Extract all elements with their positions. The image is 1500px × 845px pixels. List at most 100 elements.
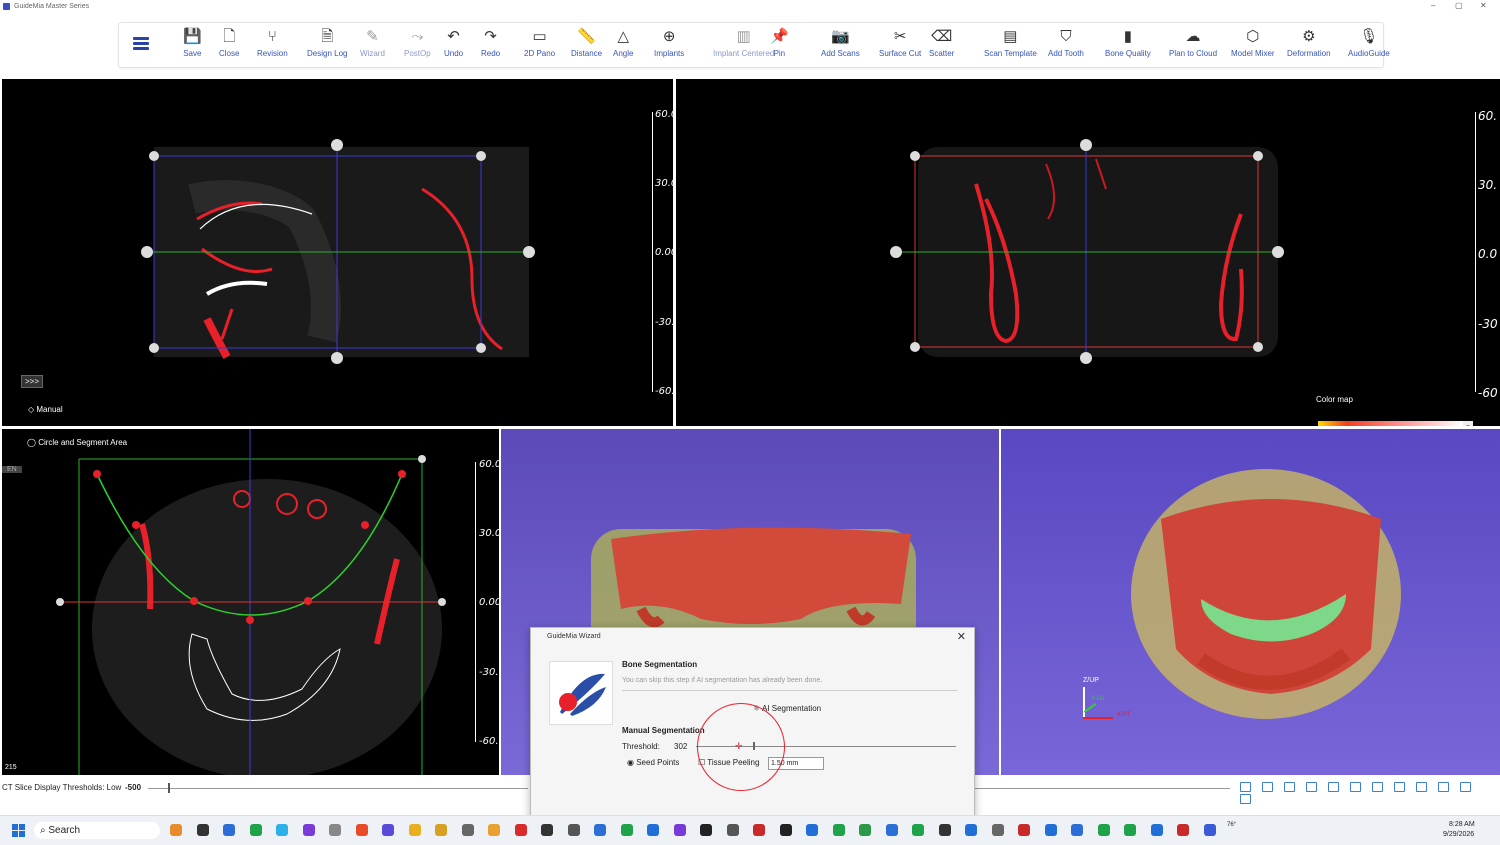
taskbar-app-icon[interactable] bbox=[1203, 824, 1216, 836]
taskbar-app-icon[interactable] bbox=[673, 824, 686, 836]
taskbar-app-icon[interactable] bbox=[700, 824, 712, 836]
sagittal-view[interactable]: 60.0 30.0 0.00 -30.0 -60.0 >>> ◇ Manual bbox=[2, 79, 673, 426]
toolbar-button-add-tooth[interactable]: ⛉ Add Tooth bbox=[1048, 27, 1084, 58]
taskbar-app-icon[interactable] bbox=[753, 824, 765, 836]
toolbar-button-revision[interactable]: ⑂ Revision bbox=[257, 27, 288, 58]
toolbar-button-distance[interactable]: 📏 Distance bbox=[571, 27, 602, 58]
taskbar-app-icon[interactable] bbox=[223, 824, 235, 836]
taskbar-app-icon[interactable] bbox=[779, 824, 792, 836]
toolbar-button-wizard[interactable]: ✎ Wizard bbox=[360, 27, 385, 58]
taskbar-app-icon[interactable] bbox=[276, 824, 288, 836]
taskbar-app-icon[interactable] bbox=[885, 824, 898, 836]
taskbar-app-icon[interactable] bbox=[912, 824, 924, 836]
toolbar-button-scatter[interactable]: ⌫ Scatter bbox=[929, 27, 954, 58]
hamburger-menu-icon[interactable] bbox=[133, 37, 149, 51]
toolbar-button-surface-cut[interactable]: ✂ Surface Cut bbox=[879, 27, 921, 58]
toolbar-button-save[interactable]: 💾 Save bbox=[183, 27, 202, 58]
axial-view[interactable]: 60.0 30.0 0.00 -30.0 -60.0 ◯ Circle and … bbox=[2, 429, 499, 775]
toolbar-label: Save bbox=[183, 49, 202, 58]
toolbar-button-add-scans[interactable]: 📷 Add Scans bbox=[821, 27, 860, 58]
taskbar-app-icon[interactable] bbox=[647, 824, 659, 836]
layout-icon[interactable] bbox=[1416, 782, 1427, 792]
toolbar-button-implant-centered[interactable]: ▥ Implant Centered bbox=[713, 27, 774, 58]
threshold-slider-handle[interactable] bbox=[168, 783, 170, 793]
taskbar-app-icon[interactable] bbox=[382, 824, 394, 836]
toolbar-button-plan-to-cloud[interactable]: ☁ Plan to Cloud bbox=[1169, 27, 1217, 58]
taskbar-app-icon[interactable] bbox=[1097, 824, 1110, 836]
toolbar-button-deformation[interactable]: ⚙ Deformation bbox=[1287, 27, 1331, 58]
taskbar-app-icon[interactable] bbox=[196, 824, 209, 836]
taskbar-app-icon[interactable] bbox=[355, 824, 368, 836]
pin-icon: 📌 bbox=[770, 28, 789, 45]
taskbar-app-icon[interactable] bbox=[488, 824, 500, 836]
taskbar-app-icon[interactable] bbox=[594, 824, 606, 836]
taskbar-app-icon[interactable] bbox=[726, 824, 739, 836]
toolbar-button-undo[interactable]: ↶ Undo bbox=[444, 27, 463, 58]
toolbar-button-postop[interactable]: ⤳ PostOp bbox=[404, 27, 431, 58]
start-button[interactable] bbox=[12, 824, 25, 837]
taskbar-app-icon[interactable] bbox=[514, 824, 527, 836]
layout-icon[interactable] bbox=[1350, 782, 1361, 792]
expand-panel-button[interactable]: >>> bbox=[21, 375, 44, 388]
layout-icon[interactable] bbox=[1394, 782, 1405, 792]
layout-icon[interactable] bbox=[1262, 782, 1273, 792]
manual-mode-button[interactable]: ◇ Manual bbox=[28, 405, 63, 414]
taskbar-app-icon[interactable] bbox=[938, 824, 951, 836]
taskbar-app-icon[interactable] bbox=[1124, 824, 1136, 836]
layout-icon[interactable] bbox=[1372, 782, 1383, 792]
layout-icon[interactable] bbox=[1438, 782, 1449, 792]
layout-icon[interactable] bbox=[1240, 794, 1251, 804]
toolbar-button-scan-template[interactable]: ▤ Scan Template bbox=[984, 27, 1037, 58]
taskbar-app-icon[interactable] bbox=[329, 824, 341, 836]
toolbar-button-close[interactable]: 🗋 Close bbox=[219, 27, 239, 58]
wizard-close-button[interactable]: ✕ bbox=[957, 630, 966, 643]
toolbar-button-bone-quality[interactable]: ▮ Bone Quality bbox=[1105, 27, 1151, 58]
taskbar-app-icon[interactable] bbox=[1018, 824, 1030, 836]
taskbar-app-icon[interactable] bbox=[408, 824, 421, 836]
taskbar-app-icon[interactable] bbox=[1044, 824, 1057, 836]
taskbar-app-icon[interactable] bbox=[806, 824, 818, 836]
taskbar-app-icon[interactable] bbox=[567, 824, 580, 836]
taskbar-app-icon[interactable] bbox=[832, 824, 845, 836]
toolbar-button-audioguide[interactable]: 🎙 AudioGuide bbox=[1348, 27, 1390, 58]
model-3d-view[interactable]: Z/UP Y-LG X/RT bbox=[1001, 429, 1500, 775]
toolbar-button-design-log[interactable]: 🗎 Design Log bbox=[307, 27, 347, 58]
taskbar-app-icon[interactable] bbox=[991, 824, 1004, 836]
threshold-slider-track[interactable] bbox=[148, 788, 528, 789]
segment-area-button[interactable]: ◯ Circle and Segment Area bbox=[27, 438, 127, 447]
toolbar-button-redo[interactable]: ↷ Redo bbox=[481, 27, 500, 58]
maximize-button[interactable]: ▢ bbox=[1455, 1, 1463, 10]
layout-icon[interactable] bbox=[1240, 782, 1251, 792]
search-box[interactable]: ⌕ Search bbox=[34, 822, 160, 839]
minimize-button[interactable]: – bbox=[1431, 1, 1435, 10]
layout-icon[interactable] bbox=[1306, 782, 1317, 792]
close-window-button[interactable]: ✕ bbox=[1480, 1, 1487, 10]
taskbar-app-icon[interactable] bbox=[859, 824, 871, 836]
color-map-dropdown-icon[interactable]: ▾ bbox=[1463, 421, 1473, 426]
taskbar-app-icon[interactable] bbox=[620, 824, 633, 836]
taskbar-app-icon[interactable] bbox=[1177, 824, 1189, 836]
layout-icon[interactable] bbox=[1460, 782, 1471, 792]
seed-points-radio[interactable]: ◉ Seed Points bbox=[627, 758, 679, 767]
toolbar-button-model-mixer[interactable]: ⬡ Model Mixer bbox=[1231, 27, 1275, 58]
layout-icon[interactable] bbox=[1284, 782, 1295, 792]
taskbar-app-icon[interactable] bbox=[541, 824, 553, 836]
taskbar-app-icon[interactable] bbox=[461, 824, 474, 836]
layout-icon[interactable] bbox=[1328, 782, 1339, 792]
taskbar-app-icon[interactable] bbox=[302, 824, 315, 836]
coronal-view[interactable]: 60. 30. 0.0 -30 -60 Color map ▾ bbox=[676, 79, 1500, 426]
toolbar-button-implants[interactable]: ⊕ Implants bbox=[654, 27, 684, 58]
taskbar-app-icon[interactable] bbox=[435, 824, 447, 836]
toolbar-button-pin[interactable]: 📌 Pin bbox=[770, 27, 789, 58]
toolbar-button-2d-pano[interactable]: ▭ 2D Pano bbox=[524, 27, 555, 58]
taskbar-app-icon[interactable] bbox=[1071, 824, 1083, 836]
taskbar-app-icon[interactable] bbox=[1150, 824, 1163, 836]
toolbar-button-angle[interactable]: △ Angle bbox=[613, 27, 633, 58]
clock-time: 8:28 AM bbox=[1449, 821, 1475, 828]
color-map-gradient[interactable] bbox=[1318, 421, 1463, 426]
toolbar-label: Revision bbox=[257, 49, 288, 58]
taskbar-app-icon[interactable] bbox=[170, 824, 182, 836]
taskbar-app-icon[interactable] bbox=[965, 824, 977, 836]
taskbar-app-icon[interactable] bbox=[249, 824, 262, 836]
threshold-high-track[interactable] bbox=[975, 788, 1230, 789]
